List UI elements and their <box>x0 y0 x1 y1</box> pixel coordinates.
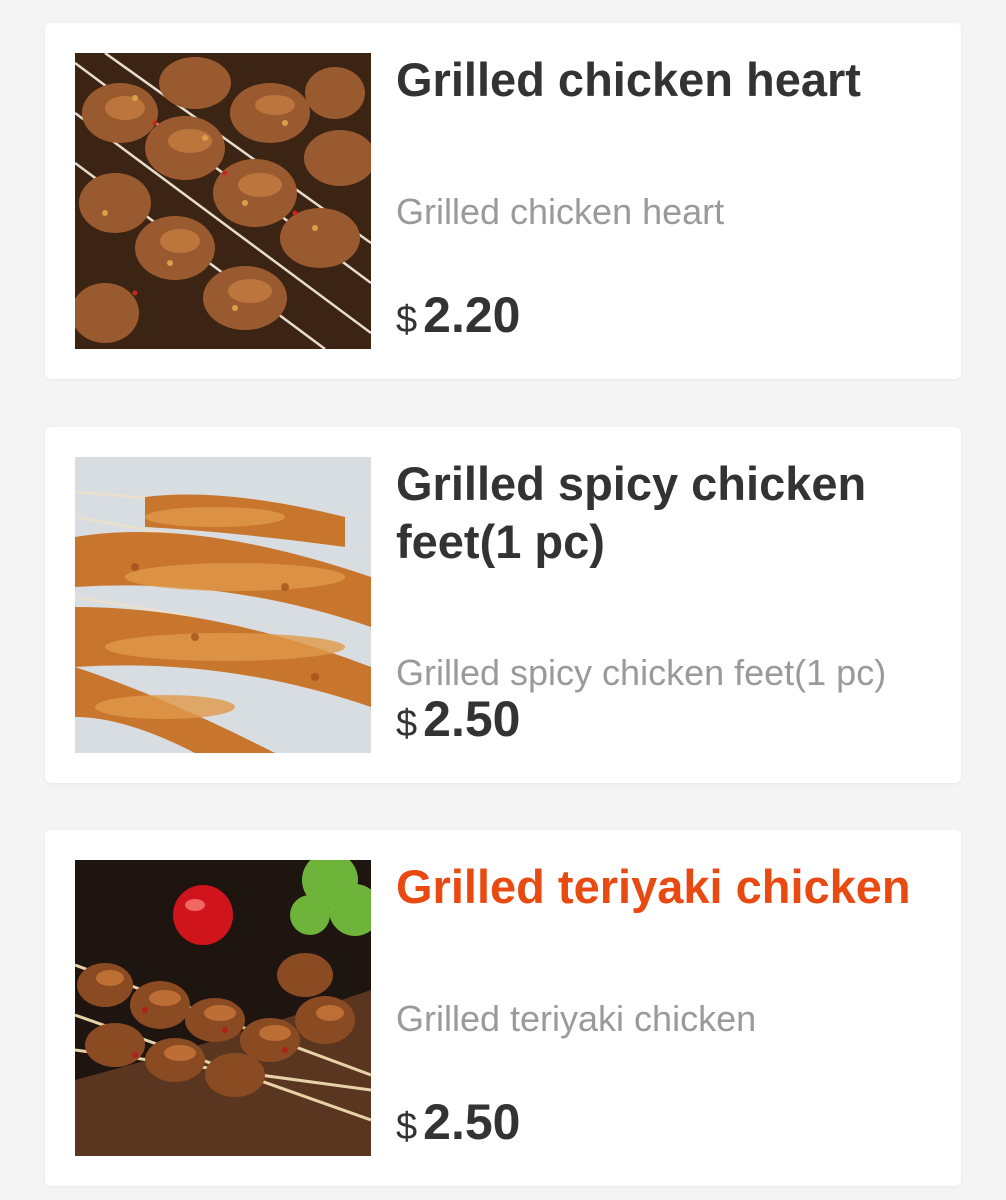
price-amount: 2.20 <box>423 287 521 343</box>
menu-item-card[interactable]: Grilled teriyaki chicken Grilled teriyak… <box>45 830 961 1186</box>
item-price: $2.20 <box>396 285 520 358</box>
menu-item-card[interactable]: Grilled spicy chicken feet(1 pc) Grilled… <box>45 427 961 783</box>
currency-symbol: $ <box>396 703 418 745</box>
item-title: Grilled spicy chicken feet(1 pc) <box>396 457 867 568</box>
item-price: $2.50 <box>396 1092 520 1165</box>
item-price: $2.50 <box>396 689 520 762</box>
price-amount: 2.50 <box>423 1094 521 1150</box>
currency-symbol: $ <box>396 1106 418 1148</box>
menu-item-list: Grilled chicken heart Grilled chicken he… <box>0 0 1006 1200</box>
item-title: Grilled chicken heart <box>396 53 861 106</box>
menu-item-card[interactable]: Grilled chicken heart Grilled chicken he… <box>45 23 961 379</box>
item-image[interactable] <box>75 860 371 1156</box>
item-description: Grilled teriyaki chicken <box>396 998 757 1039</box>
grilled-chicken-feet-image <box>75 457 371 753</box>
currency-symbol: $ <box>396 299 418 341</box>
item-title: Grilled teriyaki chicken <box>396 860 911 913</box>
item-description: Grilled chicken heart <box>396 191 725 232</box>
item-image[interactable] <box>75 457 371 753</box>
grilled-chicken-heart-image <box>75 53 371 349</box>
grilled-teriyaki-chicken-image <box>75 860 371 1156</box>
price-amount: 2.50 <box>423 691 521 747</box>
item-image[interactable] <box>75 53 371 349</box>
